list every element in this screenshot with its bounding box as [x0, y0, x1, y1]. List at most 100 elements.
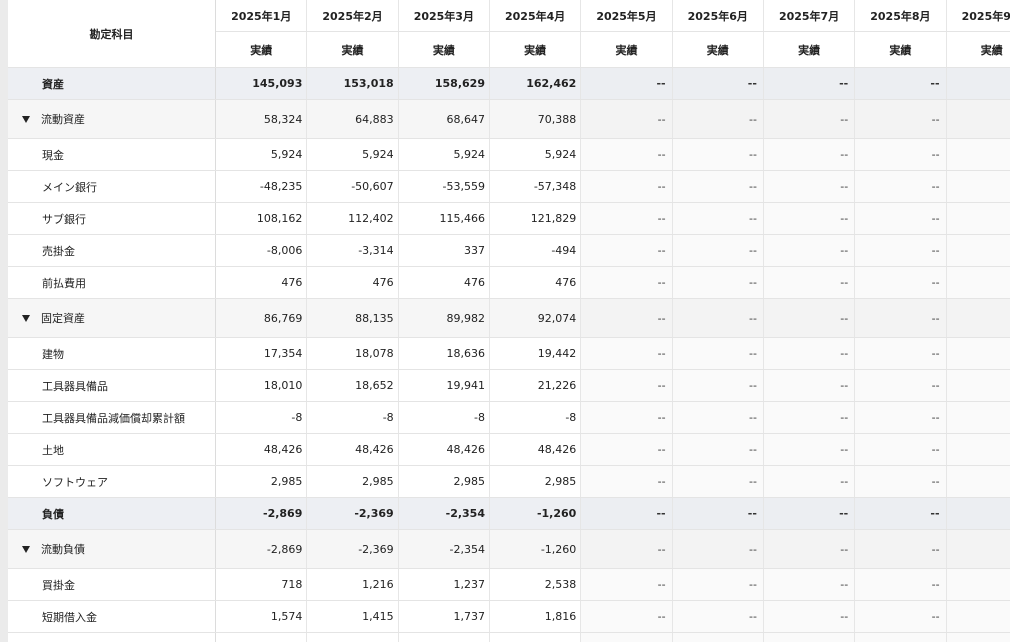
- value-cell[interactable]: --: [672, 465, 764, 498]
- value-cell[interactable]: --: [580, 568, 673, 601]
- value-cell[interactable]: 2,985: [306, 465, 399, 498]
- value-cell[interactable]: 17,354: [215, 337, 308, 370]
- value-cell[interactable]: --: [946, 497, 1010, 530]
- value-cell[interactable]: -8: [306, 401, 399, 434]
- value-cell[interactable]: 1,574: [215, 600, 308, 633]
- value-cell[interactable]: 476: [489, 266, 582, 299]
- value-cell[interactable]: --: [672, 568, 764, 601]
- value-cell[interactable]: 86,769: [215, 298, 308, 338]
- value-cell[interactable]: 115,466: [398, 202, 490, 235]
- value-cell[interactable]: 89,982: [398, 298, 490, 338]
- month-column-header[interactable]: 2025年6月: [672, 0, 764, 32]
- value-cell[interactable]: --: [763, 337, 856, 370]
- value-cell[interactable]: 68,647: [398, 99, 490, 139]
- value-cell[interactable]: --: [580, 433, 673, 466]
- value-cell[interactable]: -2,354: [398, 497, 490, 530]
- value-cell[interactable]: --: [854, 266, 947, 299]
- value-cell[interactable]: --: [854, 99, 947, 139]
- collapse-caret-icon[interactable]: [22, 545, 30, 553]
- value-cell[interactable]: -1,260: [489, 497, 582, 530]
- value-cell[interactable]: --: [854, 465, 947, 498]
- month-column-header[interactable]: 2025年4月: [489, 0, 582, 32]
- value-cell[interactable]: --: [946, 600, 1010, 633]
- value-cell[interactable]: --: [854, 298, 947, 338]
- value-cell[interactable]: 48,426: [398, 433, 490, 466]
- value-cell[interactable]: --: [672, 234, 764, 267]
- value-cell[interactable]: 5,924: [398, 138, 490, 171]
- value-cell[interactable]: 112,402: [306, 202, 399, 235]
- value-cell[interactable]: 162,462: [489, 67, 582, 100]
- value-cell[interactable]: --: [580, 401, 673, 434]
- value-cell[interactable]: [306, 632, 399, 642]
- value-cell[interactable]: 145,093: [215, 67, 308, 100]
- value-cell[interactable]: --: [946, 202, 1010, 235]
- value-cell[interactable]: 5,924: [306, 138, 399, 171]
- value-cell[interactable]: --: [854, 600, 947, 633]
- value-cell[interactable]: --: [763, 138, 856, 171]
- value-cell[interactable]: --: [580, 266, 673, 299]
- value-cell[interactable]: --: [854, 529, 947, 569]
- value-cell[interactable]: --: [763, 202, 856, 235]
- account-name-cell[interactable]: 流動負債: [8, 529, 217, 569]
- value-cell[interactable]: --: [672, 99, 764, 139]
- value-cell[interactable]: --: [946, 369, 1010, 402]
- value-cell[interactable]: --: [946, 234, 1010, 267]
- value-cell[interactable]: --: [854, 497, 947, 530]
- value-cell[interactable]: --: [946, 266, 1010, 299]
- value-cell[interactable]: 1,816: [489, 600, 582, 633]
- value-cell[interactable]: 718: [215, 568, 308, 601]
- collapse-caret-icon[interactable]: [22, 115, 30, 123]
- value-cell[interactable]: 476: [306, 266, 399, 299]
- value-cell[interactable]: 2,985: [215, 465, 308, 498]
- value-cell[interactable]: --: [763, 529, 856, 569]
- value-cell[interactable]: --: [763, 401, 856, 434]
- value-cell[interactable]: --: [946, 529, 1010, 569]
- value-cell[interactable]: --: [854, 433, 947, 466]
- value-cell[interactable]: --: [763, 568, 856, 601]
- value-cell[interactable]: -48,235: [215, 170, 308, 203]
- value-cell[interactable]: --: [672, 266, 764, 299]
- value-cell[interactable]: --: [672, 401, 764, 434]
- value-cell[interactable]: [580, 632, 673, 642]
- value-cell[interactable]: 337: [398, 234, 490, 267]
- value-cell[interactable]: --: [854, 568, 947, 601]
- value-cell[interactable]: 18,636: [398, 337, 490, 370]
- value-cell[interactable]: --: [580, 600, 673, 633]
- value-cell[interactable]: --: [854, 337, 947, 370]
- value-cell[interactable]: 19,941: [398, 369, 490, 402]
- value-cell[interactable]: --: [763, 433, 856, 466]
- account-name-cell[interactable]: 固定資産: [8, 298, 217, 338]
- value-cell[interactable]: -53,559: [398, 170, 490, 203]
- month-column-header[interactable]: 2025年1月: [215, 0, 308, 32]
- value-cell[interactable]: 2,538: [489, 568, 582, 601]
- value-cell[interactable]: [854, 632, 947, 642]
- value-cell[interactable]: --: [672, 138, 764, 171]
- account-column-header[interactable]: 勘定科目: [8, 0, 217, 68]
- value-cell[interactable]: -8: [489, 401, 582, 434]
- value-cell[interactable]: 19,442: [489, 337, 582, 370]
- value-cell[interactable]: 1,737: [398, 600, 490, 633]
- value-cell[interactable]: --: [672, 67, 764, 100]
- value-cell[interactable]: -8,006: [215, 234, 308, 267]
- value-cell[interactable]: 476: [398, 266, 490, 299]
- value-cell[interactable]: --: [672, 337, 764, 370]
- value-cell[interactable]: --: [854, 369, 947, 402]
- value-cell[interactable]: --: [946, 433, 1010, 466]
- account-name-cell[interactable]: 流動資産: [8, 99, 217, 139]
- value-cell[interactable]: 88,135: [306, 298, 399, 338]
- value-cell[interactable]: 48,426: [306, 433, 399, 466]
- value-cell[interactable]: --: [763, 99, 856, 139]
- value-cell[interactable]: --: [580, 170, 673, 203]
- value-cell[interactable]: 1,237: [398, 568, 490, 601]
- value-cell[interactable]: --: [763, 266, 856, 299]
- value-cell[interactable]: --: [580, 465, 673, 498]
- value-cell[interactable]: [489, 632, 582, 642]
- value-cell[interactable]: 121,829: [489, 202, 582, 235]
- value-cell[interactable]: --: [946, 170, 1010, 203]
- month-column-header[interactable]: 2025年5月: [580, 0, 673, 32]
- value-cell[interactable]: -8: [398, 401, 490, 434]
- value-cell[interactable]: [672, 632, 764, 642]
- value-cell[interactable]: --: [854, 170, 947, 203]
- value-cell[interactable]: --: [763, 298, 856, 338]
- value-cell[interactable]: -57,348: [489, 170, 582, 203]
